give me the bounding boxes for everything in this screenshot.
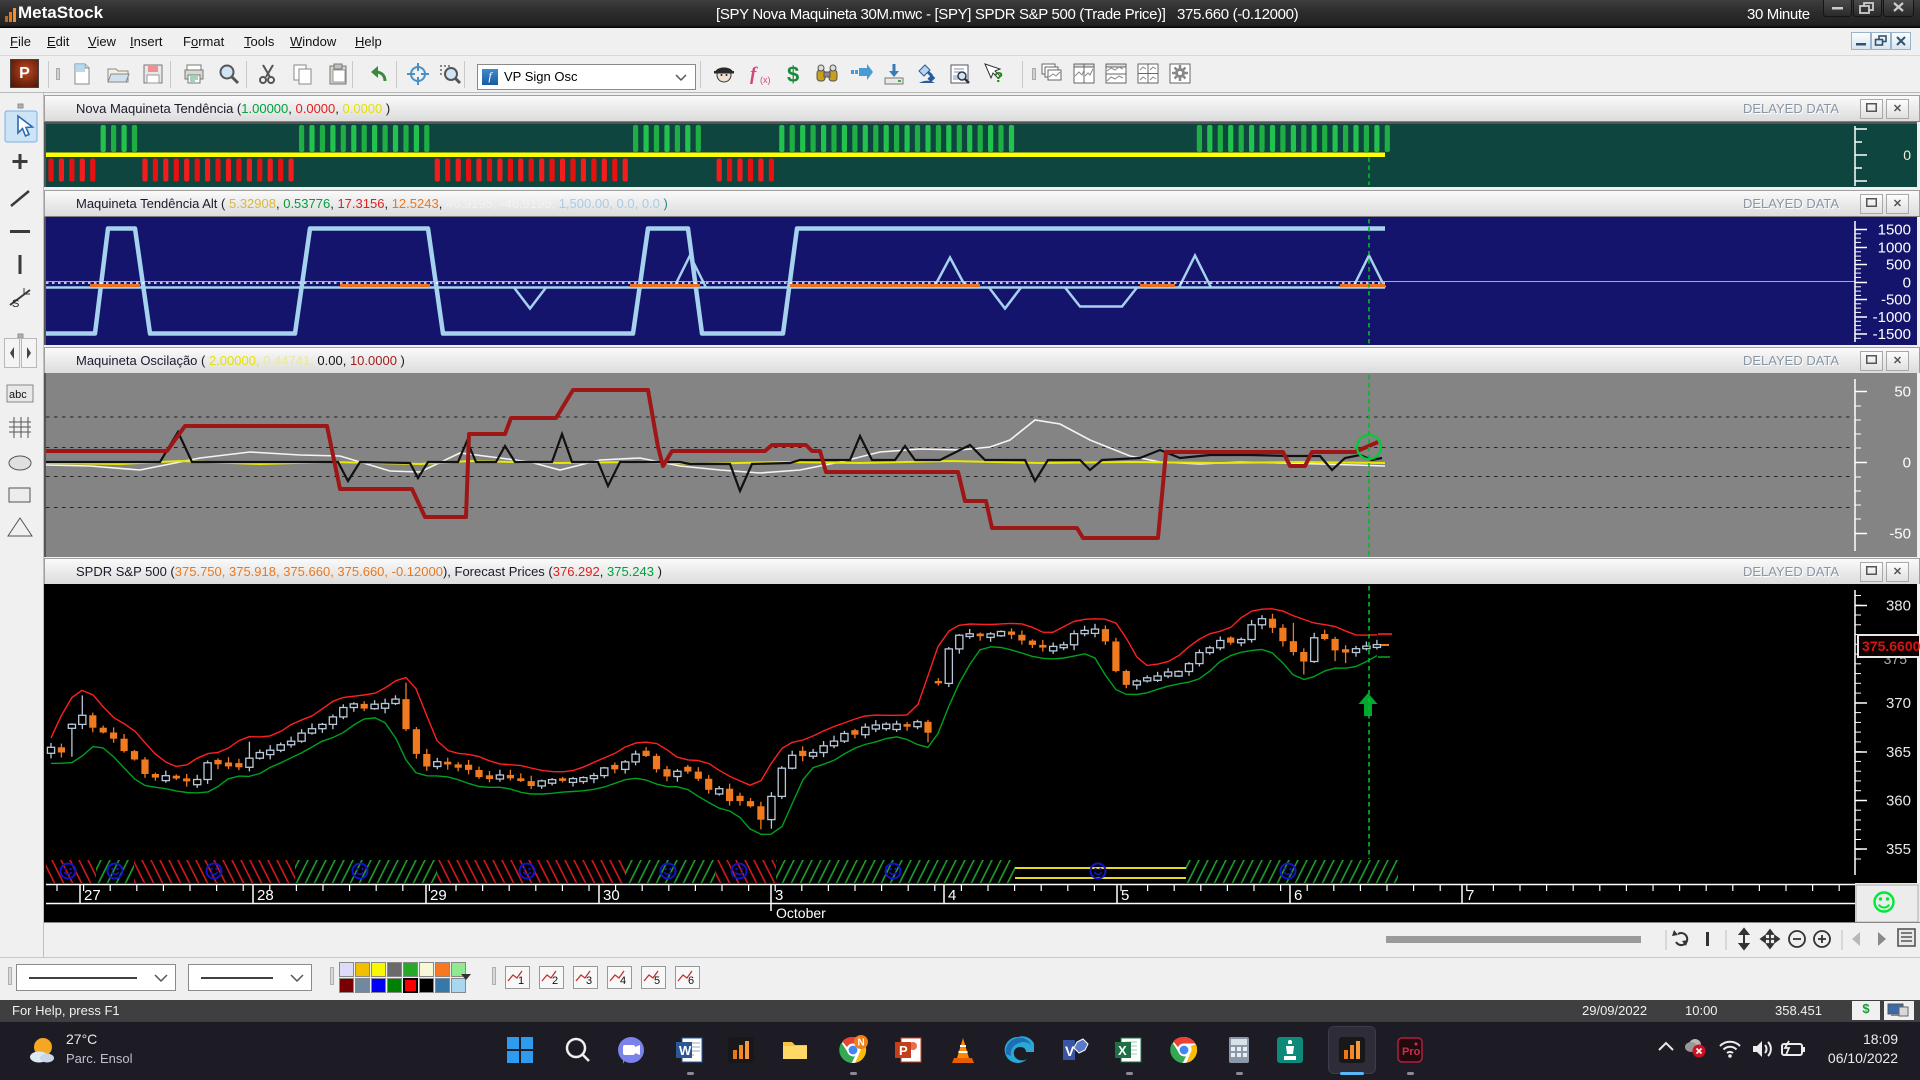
- svg-text:N: N: [858, 1038, 865, 1049]
- svg-text:30: 30: [603, 887, 620, 904]
- svg-text:P: P: [899, 1043, 908, 1058]
- svg-text:?: ?: [994, 69, 1003, 86]
- svg-text:1000: 1000: [1878, 240, 1911, 257]
- svg-text:360: 360: [1886, 793, 1911, 810]
- svg-text:1: 1: [518, 975, 524, 987]
- svg-text:380: 380: [1886, 598, 1911, 615]
- svg-text:abc: abc: [9, 389, 27, 401]
- svg-text:4: 4: [948, 887, 956, 904]
- svg-text:28: 28: [257, 887, 274, 904]
- svg-text:6: 6: [1294, 887, 1302, 904]
- svg-text:29: 29: [430, 887, 447, 904]
- svg-text:0: 0: [1903, 147, 1911, 163]
- svg-text:October: October: [776, 905, 826, 921]
- svg-text:-1000: -1000: [1873, 309, 1911, 326]
- svg-text:370: 370: [1886, 695, 1911, 712]
- svg-text:7: 7: [1466, 887, 1474, 904]
- svg-text:X: X: [1118, 1043, 1127, 1058]
- svg-text:365: 365: [1886, 744, 1911, 761]
- svg-text:4: 4: [620, 975, 626, 987]
- svg-text:S: S: [12, 298, 19, 310]
- svg-text:$: $: [787, 62, 799, 86]
- svg-text:V: V: [1065, 1043, 1075, 1059]
- svg-text:-500: -500: [1881, 292, 1911, 309]
- svg-text:W: W: [679, 1043, 692, 1058]
- svg-text:2: 2: [552, 975, 558, 987]
- svg-text:0: 0: [1903, 275, 1911, 292]
- svg-text:3: 3: [586, 975, 592, 987]
- svg-text:355: 355: [1886, 841, 1911, 858]
- svg-text:Pro: Pro: [1402, 1046, 1421, 1058]
- svg-text:5: 5: [654, 975, 660, 987]
- svg-text:-1500: -1500: [1873, 326, 1911, 343]
- svg-text:f: f: [750, 64, 758, 85]
- svg-text:3: 3: [775, 887, 783, 904]
- svg-text:(x): (x): [760, 75, 771, 85]
- svg-text:500: 500: [1886, 257, 1911, 274]
- svg-text:375.6600: 375.6600: [1862, 638, 1920, 654]
- svg-text:5: 5: [1121, 887, 1129, 904]
- svg-text:0: 0: [1903, 455, 1911, 472]
- svg-text:27: 27: [84, 887, 101, 904]
- svg-text:1500: 1500: [1878, 222, 1911, 239]
- svg-text:6: 6: [688, 975, 694, 987]
- svg-text:50: 50: [1894, 384, 1911, 401]
- svg-text:-50: -50: [1889, 526, 1911, 543]
